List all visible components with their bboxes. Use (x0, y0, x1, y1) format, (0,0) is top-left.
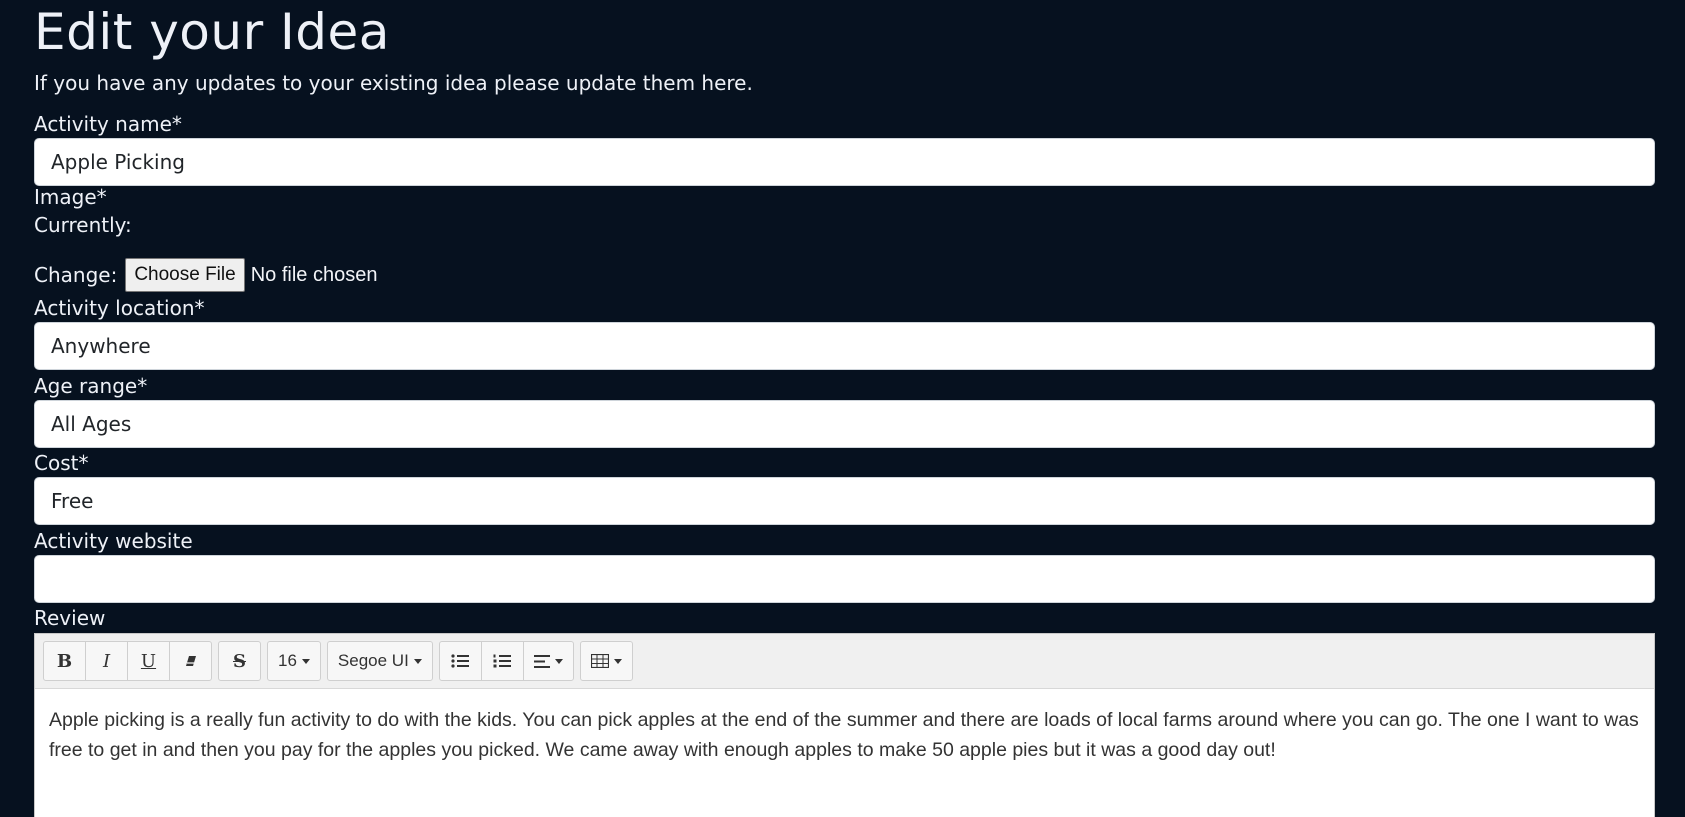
font-size-group: 16 (267, 641, 321, 681)
ordered-list-button[interactable] (480, 641, 524, 681)
font-size-value: 16 (278, 651, 297, 670)
file-status: No file chosen (250, 263, 378, 286)
image-label: Image* (34, 185, 107, 209)
align-dropdown[interactable] (522, 641, 574, 681)
italic-button[interactable]: I (85, 641, 128, 681)
review-editor: B I U S 16 Segoe UI Apple picking is a r… (34, 633, 1655, 817)
table-group (579, 641, 633, 681)
page-title: Edit your Idea (34, 3, 390, 61)
chevron-down-icon (613, 658, 622, 664)
chevron-down-icon (413, 658, 422, 664)
chevron-down-icon (554, 658, 563, 664)
font-style-group: B I U (43, 641, 212, 681)
activity-website-label: Activity website (34, 529, 193, 553)
choose-file-button[interactable]: Choose File (125, 258, 245, 292)
clear-format-button[interactable] (169, 641, 212, 681)
eraser-icon (185, 656, 196, 666)
cost-label: Cost* (34, 451, 89, 475)
cost-input[interactable]: Free (34, 477, 1655, 525)
font-size-dropdown[interactable]: 16 (267, 641, 321, 681)
font-family-value: Segoe UI (337, 651, 409, 670)
table-icon (590, 654, 609, 668)
font-family-dropdown[interactable]: Segoe UI (326, 641, 433, 681)
age-range-label: Age range* (34, 374, 148, 398)
align-left-icon (533, 654, 550, 668)
activity-website-input[interactable] (34, 555, 1655, 603)
unordered-list-button[interactable] (438, 641, 482, 681)
unordered-list-icon (451, 654, 470, 668)
ordered-list-icon (493, 654, 512, 668)
age-range-input[interactable]: All Ages (34, 400, 1655, 448)
table-dropdown[interactable] (579, 641, 633, 681)
activity-name-input[interactable]: Apple Picking (34, 138, 1655, 186)
activity-location-label: Activity location* (34, 296, 205, 320)
activity-location-input[interactable]: Anywhere (34, 322, 1655, 370)
strikethrough-button[interactable]: S (218, 641, 261, 681)
chevron-down-icon (301, 658, 310, 664)
review-text-area[interactable]: Apple picking is a really fun activity t… (35, 689, 1654, 765)
bold-button[interactable]: B (43, 641, 86, 681)
strike-group: S (218, 641, 261, 681)
image-change-label: Change: (34, 263, 118, 287)
page: Edit your Idea If you have any updates t… (0, 0, 1685, 817)
font-family-group: Segoe UI (326, 641, 433, 681)
review-label: Review (34, 606, 106, 630)
underline-button[interactable]: U (127, 641, 170, 681)
image-change-row: Change: Choose File No file chosen (34, 258, 377, 292)
image-currently-label: Currently: (34, 213, 132, 237)
page-subtitle: If you have any updates to your existing… (34, 71, 753, 95)
editor-toolbar: B I U S 16 Segoe UI (35, 634, 1654, 689)
activity-name-label: Activity name* (34, 112, 182, 136)
paragraph-group (438, 641, 574, 681)
